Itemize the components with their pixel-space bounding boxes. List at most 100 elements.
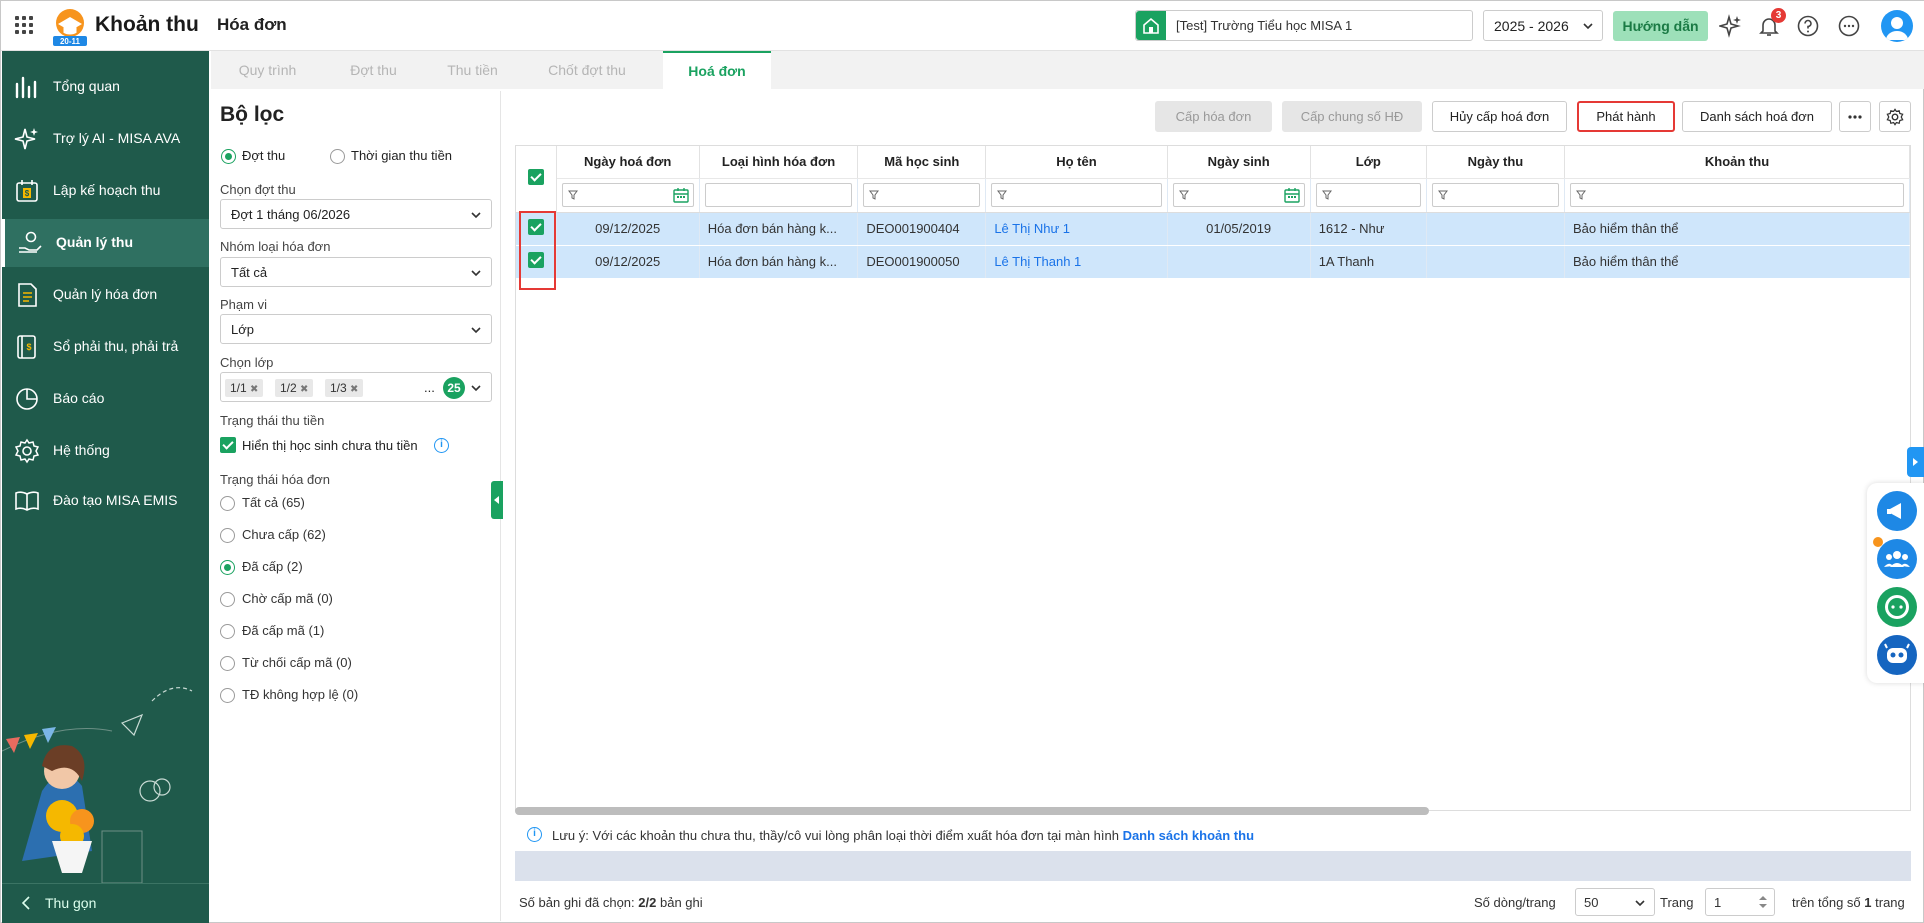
school-year-select[interactable]: 2025 - 2026 — [1483, 10, 1603, 41]
cell-student-name-link[interactable]: Lê Thị Thanh 1 — [985, 245, 1168, 279]
sidebar-item-receivables-ledger[interactable]: $ Sổ phải thu, phải trả — [2, 323, 209, 371]
invoice-group-select[interactable]: Tất cả — [220, 257, 492, 287]
remove-chip-icon[interactable]: ✖ — [300, 384, 308, 395]
community-button[interactable] — [1877, 539, 1917, 579]
ai-bot-button[interactable] — [1877, 635, 1917, 675]
column-header[interactable]: Ngày thu — [1426, 146, 1566, 179]
tab-close-period[interactable]: Chốt đợt thu — [522, 51, 652, 89]
invoice-list-button[interactable]: Danh sách hoá đơn — [1682, 101, 1832, 132]
sidebar-item-planning[interactable]: $ Lập kế hoạch thu — [2, 167, 209, 215]
class-chip[interactable]: 1/2 ✖ — [275, 379, 314, 397]
status-radio-coded[interactable] — [220, 624, 235, 639]
calendar-icon[interactable] — [1283, 188, 1300, 203]
more-actions-button[interactable] — [1839, 101, 1871, 132]
status-radio-issued[interactable] — [220, 560, 235, 575]
summary-band — [515, 851, 1911, 881]
cell-class: 1612 - Như — [1310, 212, 1427, 246]
help-icon[interactable] — [1796, 14, 1820, 38]
filter-input-invoice-date[interactable] — [561, 183, 694, 207]
remove-chip-icon[interactable]: ✖ — [350, 384, 358, 395]
sidebar: Tổng quan Trợ lý AI - MISA AVA $ Lập kế … — [2, 51, 209, 923]
sidebar-item-ai-assistant[interactable]: Trợ lý AI - MISA AVA — [2, 115, 209, 163]
column-header[interactable]: Mã học sinh — [857, 146, 987, 179]
issue-common-number-button[interactable]: Cấp chung số HĐ — [1282, 101, 1422, 132]
more-options-icon[interactable] — [1837, 14, 1861, 38]
stepper-icon[interactable] — [1758, 894, 1768, 910]
guide-button[interactable]: Hướng dẫn — [1613, 11, 1708, 41]
sidebar-item-label: Đào tạo MISA EMIS — [53, 492, 178, 508]
sidebar-item-reports[interactable]: Báo cáo — [2, 375, 209, 423]
tab-collection-period[interactable]: Đợt thu — [324, 51, 423, 89]
table-settings-button[interactable] — [1879, 101, 1911, 132]
table-row[interactable]: 09/12/2025 Hóa đơn bán hàng k... DEO0019… — [516, 212, 1910, 246]
scope-select[interactable]: Lớp — [220, 314, 492, 344]
info-note: i Lưu ý: Với các khoản thu chưa thu, thầ… — [515, 819, 1911, 851]
column-header[interactable]: Ngày sinh — [1167, 146, 1311, 179]
gear-icon — [14, 438, 40, 464]
issue-invoice-button[interactable]: Cấp hóa đơn — [1155, 101, 1272, 132]
ai-sparkle-icon[interactable] — [1719, 14, 1743, 38]
filter-input-invoice-type[interactable] — [704, 183, 853, 207]
filter-input-dob[interactable] — [1172, 183, 1305, 207]
megaphone-icon — [1887, 503, 1901, 519]
rows-per-page-select[interactable]: 50 — [1575, 888, 1655, 916]
remove-chip-icon[interactable]: ✖ — [250, 384, 258, 395]
invoice-group-label: Nhóm loại hóa đơn — [220, 239, 331, 254]
tab-payment[interactable]: Thu tiền — [423, 51, 522, 89]
cell-student-name-link[interactable]: Lê Thị Như 1 — [985, 212, 1168, 246]
sidebar-item-system[interactable]: Hệ thống — [2, 427, 209, 475]
mode-radio-period[interactable] — [221, 149, 236, 164]
school-selector[interactable]: [Test] Trường Tiểu học MISA 1 — [1135, 10, 1473, 41]
sidebar-item-training[interactable]: Đào tạo MISA EMIS — [2, 477, 209, 525]
column-header[interactable]: Ngày hoá đơn — [556, 146, 700, 179]
info-icon[interactable]: i — [434, 438, 449, 453]
period-select[interactable]: Đợt 1 tháng 06/2026 — [220, 199, 492, 229]
status-radio-code-rejected[interactable] — [220, 656, 235, 671]
status-radio-all[interactable] — [220, 496, 235, 511]
show-unpaid-checkbox[interactable] — [220, 437, 236, 453]
sidebar-item-invoice-management[interactable]: Quản lý hóa đơn — [2, 271, 209, 319]
scrollbar-thumb[interactable] — [515, 807, 1429, 815]
mode-radio-payment-time[interactable] — [330, 149, 345, 164]
sidebar-item-label: Tổng quan — [53, 78, 120, 94]
class-multiselect[interactable]: 1/1 ✖ 1/2 ✖ 1/3 ✖ ... 25 — [220, 372, 492, 402]
column-header[interactable]: Khoản thu — [1564, 146, 1910, 179]
filter-input-full-name[interactable] — [991, 183, 1162, 207]
filter-input-student-code[interactable] — [863, 183, 981, 207]
filter-input-class[interactable] — [1315, 183, 1421, 207]
ledger-icon: $ — [17, 335, 36, 359]
apps-grid-icon[interactable] — [15, 16, 33, 34]
mode-option-label: Đợt thu — [242, 148, 286, 163]
sidebar-collapse-button[interactable]: Thu gọn — [2, 883, 209, 923]
column-filter-row — [516, 178, 1910, 213]
publish-button[interactable]: Phát hành — [1577, 101, 1675, 132]
filter-input-paid-date[interactable] — [1431, 183, 1560, 207]
calendar-icon[interactable] — [673, 188, 689, 203]
filter-panel-toggle[interactable] — [491, 481, 503, 519]
column-header[interactable]: Họ tên — [985, 146, 1168, 179]
tab-process[interactable]: Quy trình — [211, 51, 324, 89]
announcement-button[interactable] — [1877, 491, 1917, 531]
cancel-issue-button[interactable]: Hủy cấp hoá đơn — [1432, 101, 1567, 132]
status-radio-pending-code[interactable] — [220, 592, 235, 607]
column-header[interactable]: Lớp — [1310, 146, 1427, 179]
filter-input-fee-item[interactable] — [1570, 183, 1904, 207]
status-radio-not-issued[interactable] — [220, 528, 235, 543]
table-row[interactable]: 09/12/2025 Hóa đơn bán hàng k... DEO0019… — [516, 245, 1910, 279]
status-radio-invalid[interactable] — [220, 688, 235, 703]
class-chip[interactable]: 1/3 ✖ — [325, 379, 364, 397]
column-header[interactable]: Loại hình hóa đơn — [699, 146, 859, 179]
horizontal-scrollbar[interactable] — [515, 807, 1911, 815]
sidebar-illustration — [2, 687, 193, 883]
page-input[interactable]: 1 — [1705, 888, 1775, 916]
sidebar-item-overview[interactable]: Tổng quan — [2, 63, 209, 111]
chat-support-button[interactable] — [1877, 587, 1917, 627]
tab-invoice[interactable]: Hoá đơn — [663, 51, 771, 89]
class-chip[interactable]: 1/1 ✖ — [225, 379, 264, 397]
select-all-checkbox[interactable] — [527, 169, 544, 186]
rows-per-page-value: 50 — [1584, 895, 1599, 910]
sidebar-item-revenue-management[interactable]: Quản lý thu — [2, 219, 209, 267]
user-avatar[interactable] — [1881, 10, 1913, 42]
fee-list-link[interactable]: Danh sách khoản thu — [1123, 828, 1254, 843]
right-panel-toggle[interactable] — [1907, 447, 1924, 477]
